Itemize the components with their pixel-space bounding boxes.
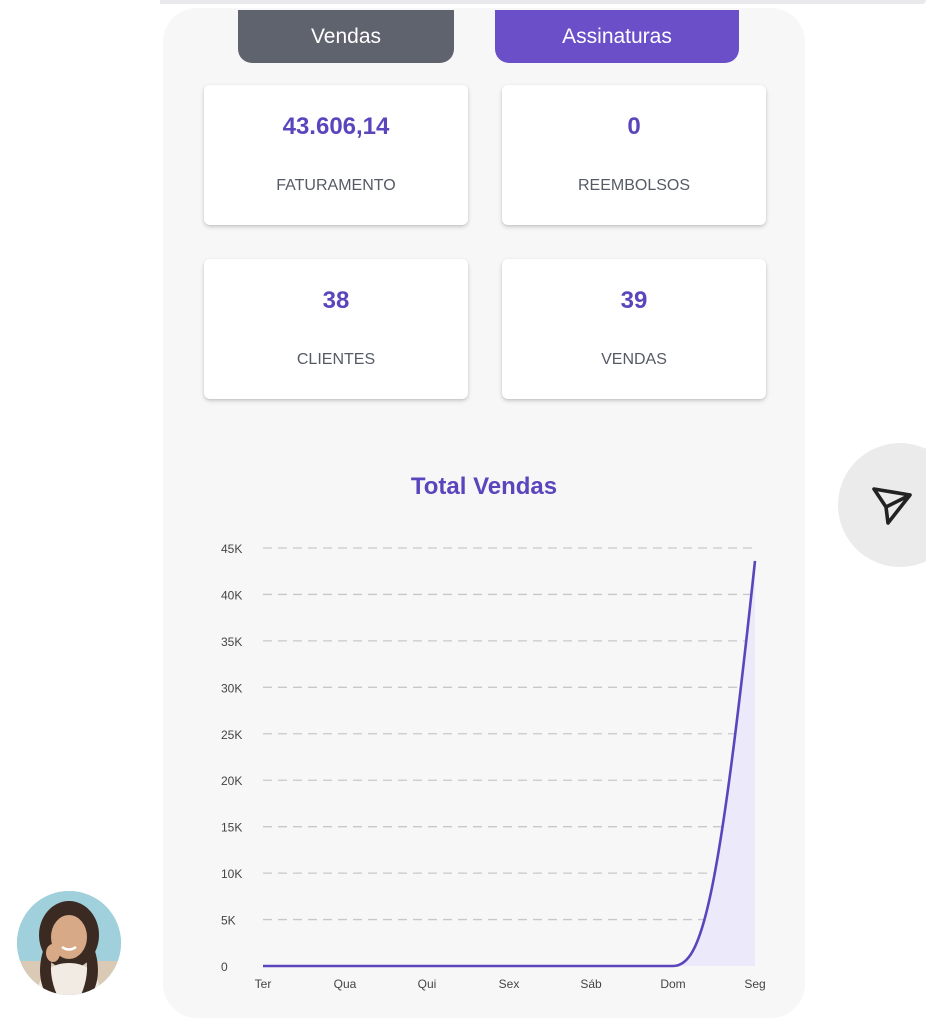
x-tick-label: Ter — [255, 977, 272, 991]
y-tick-label: 40K — [221, 588, 242, 602]
stat-value: 38 — [204, 287, 468, 315]
x-tick-label: Sex — [499, 977, 520, 991]
tab-vendas[interactable]: Vendas — [238, 10, 454, 63]
y-tick-label: 20K — [221, 774, 242, 788]
x-tick-label: Seg — [744, 977, 765, 991]
y-tick-label: 35K — [221, 635, 242, 649]
y-tick-label: 5K — [221, 914, 236, 928]
y-tick-label: 0 — [221, 960, 228, 974]
send-icon — [870, 483, 914, 527]
x-tick-label: Dom — [660, 977, 685, 991]
stat-card-vendas: 39 VENDAS — [502, 259, 766, 399]
stat-label: FATURAMENTO — [204, 177, 468, 195]
avatar[interactable] — [17, 891, 121, 995]
y-tick-label: 15K — [221, 821, 242, 835]
total-vendas-chart: 0 5K 10K 15K 20K 25K 30K 35K 40K 45K Ter Qua Qui Sex S… — [163, 530, 805, 993]
series-line — [263, 561, 755, 966]
y-tick-label: 30K — [221, 681, 242, 695]
avatar-photo — [17, 891, 121, 995]
stat-card-faturamento: 43.606,14 FATURAMENTO — [204, 85, 468, 225]
stat-label: REEMBOLSOS — [502, 177, 766, 195]
top-divider — [160, 0, 926, 4]
chart-title: Total Vendas — [163, 473, 805, 501]
x-tick-label: Sáb — [580, 977, 602, 991]
stat-value: 0 — [502, 113, 766, 141]
stat-label: VENDAS — [502, 351, 766, 369]
stat-value: 39 — [502, 287, 766, 315]
tab-assinaturas[interactable]: Assinaturas — [495, 10, 739, 63]
y-tick-label: 45K — [221, 542, 242, 556]
x-tick-label: Qua — [334, 977, 357, 991]
y-tick-label: 25K — [221, 728, 242, 742]
x-tick-label: Qui — [418, 977, 437, 991]
send-button[interactable] — [838, 443, 926, 567]
stat-label: CLIENTES — [204, 351, 468, 369]
stat-card-clientes: 38 CLIENTES — [204, 259, 468, 399]
series-area — [263, 561, 755, 966]
stat-value: 43.606,14 — [204, 113, 468, 141]
stat-card-reembolsos: 0 REEMBOLSOS — [502, 85, 766, 225]
y-tick-label: 10K — [221, 867, 242, 881]
